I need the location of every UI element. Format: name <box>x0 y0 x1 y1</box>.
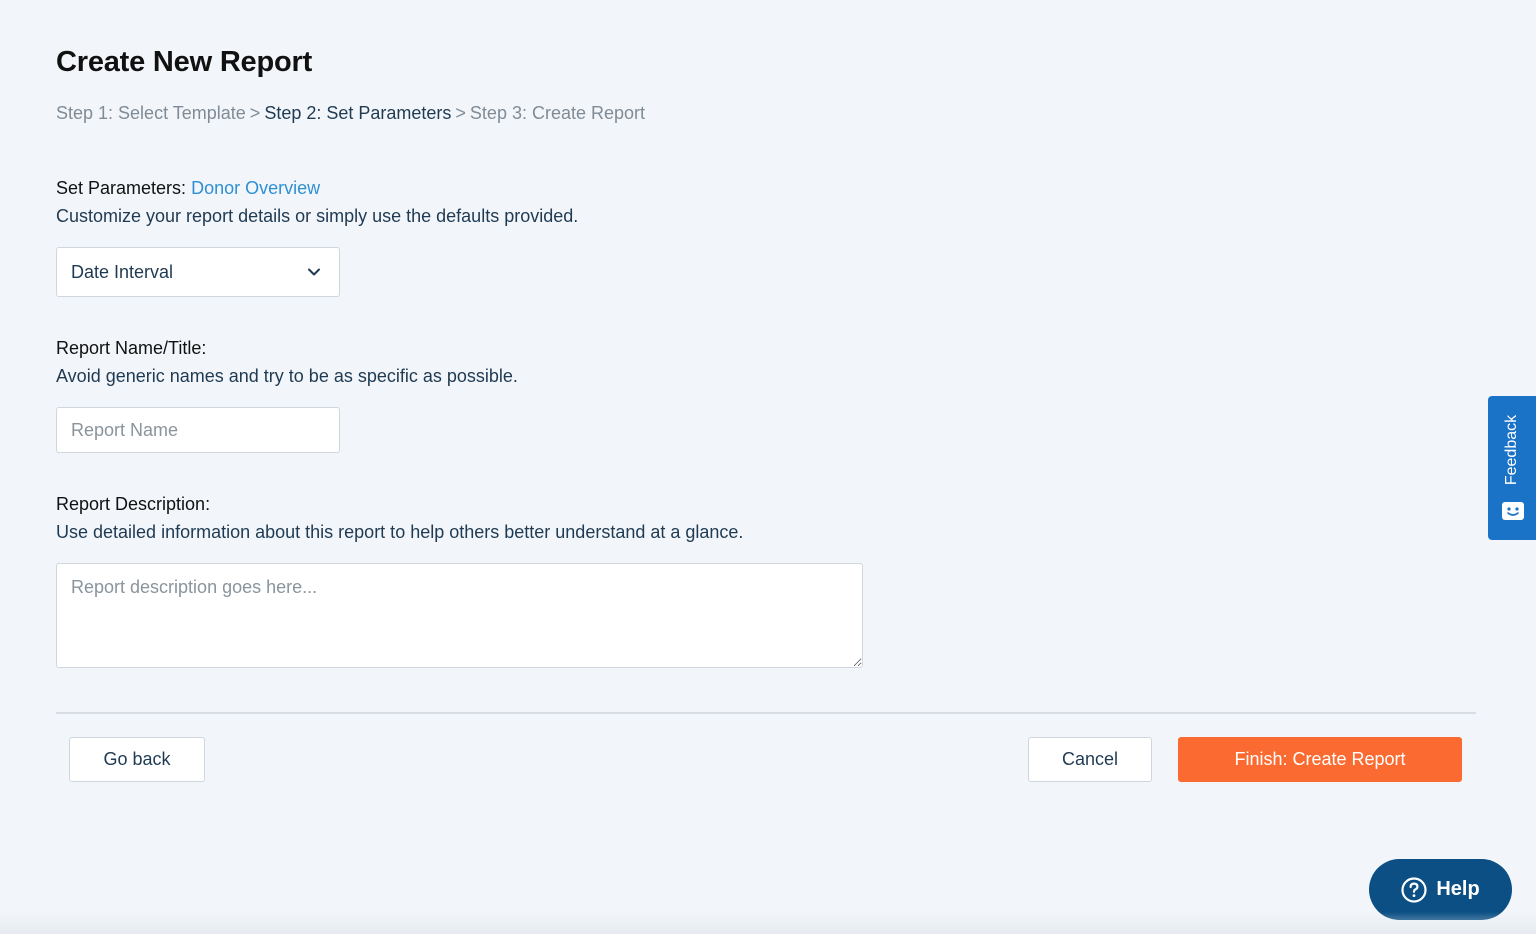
bottom-shade <box>0 912 1536 934</box>
chevron-down-icon <box>308 268 320 276</box>
feedback-tab[interactable]: Feedback <box>1488 396 1536 540</box>
breadcrumb-separator: > <box>249 103 261 123</box>
breadcrumb: Step 1: Select Template > Step 2: Set Para… <box>56 103 645 124</box>
finish-create-report-button[interactable]: Finish: Create Report <box>1178 737 1462 782</box>
feedback-face-icon <box>1502 502 1524 520</box>
help-label: Help <box>1436 878 1480 900</box>
report-name-input[interactable] <box>56 407 340 453</box>
cancel-button[interactable]: Cancel <box>1028 737 1152 782</box>
create-report-page: Create New Report Step 1: Select Templat… <box>56 0 1476 934</box>
go-back-button[interactable]: Go back <box>69 737 205 782</box>
report-description-help: Use detailed information about this repo… <box>56 522 744 542</box>
set-parameters-label-text: Set Parameters: <box>56 178 187 198</box>
report-name-label: Report Name/Title: <box>56 338 207 358</box>
set-parameters-help: Customize your report details or simply … <box>56 206 579 226</box>
question-circle-icon <box>1401 876 1427 903</box>
breadcrumb-step-3: Step 3: Create Report <box>469 103 646 123</box>
feedback-label: Feedback <box>1503 414 1520 486</box>
breadcrumb-step-1[interactable]: Step 1: Select Template <box>56 103 246 123</box>
report-description-textarea[interactable] <box>56 563 863 668</box>
footer-divider <box>56 712 1476 714</box>
date-interval-selected-value: Date Interval <box>71 261 174 282</box>
report-description-label: Report Description: <box>56 494 211 514</box>
template-name-link[interactable]: Donor Overview <box>191 178 320 198</box>
page-title: Create New Report <box>56 46 313 78</box>
report-name-help: Avoid generic names and try to be as spe… <box>56 366 518 386</box>
breadcrumb-separator: > <box>455 103 466 123</box>
breadcrumb-step-2: Step 2: Set Parameters <box>264 103 452 123</box>
help-button[interactable]: Help <box>1369 859 1512 920</box>
set-parameters-label: Set Parameters: Donor Overview <box>56 178 320 199</box>
date-interval-select[interactable]: Date Interval <box>56 247 340 297</box>
